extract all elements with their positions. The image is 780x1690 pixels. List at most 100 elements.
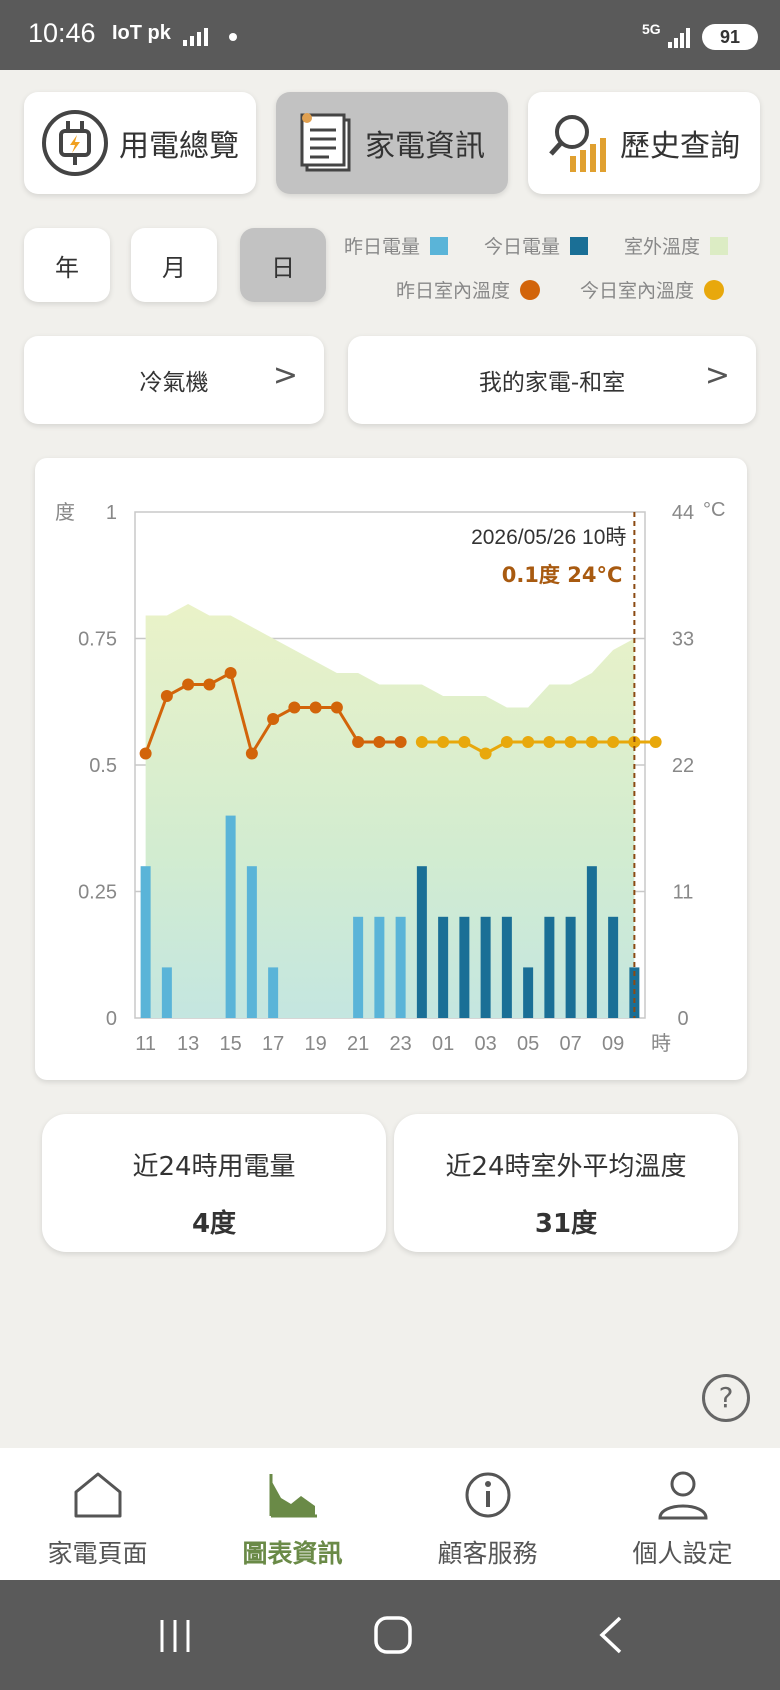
nav-appliance-page[interactable]: 家電頁面 [0, 1448, 195, 1580]
indoor-yesterday-point [267, 713, 280, 725]
legend-label: 昨日電量 [344, 236, 421, 258]
bottom-nav: 家電頁面 圖表資訊 顧客服務 個人設定 [0, 1448, 780, 1580]
nav-label: 家電頁面 [47, 1539, 148, 1568]
legend-label: 今日電量 [484, 236, 561, 258]
chart-card: 1 44 0.75 33 0.5 22 0.25 11 0 0 度 °C 11 13 15 17 19 21 23 0… [35, 458, 747, 1080]
legend-label: 室外溫度 [624, 236, 701, 258]
status-network: 5G [642, 21, 661, 37]
x-tick-label: 23 [390, 1033, 412, 1055]
plug-bolt-icon [42, 110, 108, 176]
nav-chart-info[interactable]: 圖表資訊 [195, 1448, 390, 1580]
legend-label: 昨日室內溫度 [396, 280, 511, 302]
x-tick-label: 11 [135, 1033, 156, 1055]
bar-yesterday-power [140, 866, 151, 1018]
bar-yesterday-power [395, 916, 406, 1018]
y-left-axis-label: 度 [55, 500, 75, 524]
status-time: 10:46 [28, 18, 96, 48]
status-left-icons: IoT pk [112, 22, 171, 44]
summary-power-card: 近24時用電量 4度 [42, 1114, 386, 1252]
tab-appliance-info[interactable]: 家電資訊 [276, 92, 508, 194]
indoor-yesterday-point [182, 678, 195, 691]
nav-label: 圖表資訊 [242, 1539, 343, 1568]
x-unit-label: 時 [651, 1031, 671, 1055]
bar-today-power [480, 916, 491, 1018]
bar-yesterday-power [246, 866, 257, 1018]
tooltip-datetime: 2026/05/26 10時 [471, 526, 626, 549]
summary-temp-value: 31度 [534, 1209, 598, 1239]
indoor-yesterday-point [288, 701, 301, 714]
legend-yesterday-indoor: 昨日室內溫度 [396, 276, 541, 303]
indoor-today-point [458, 736, 471, 748]
indoor-today-point [415, 736, 428, 748]
legend-swatch [430, 236, 449, 255]
bar-yesterday-power [225, 815, 236, 1018]
indoor-today-point [500, 736, 513, 748]
recent-apps-icon[interactable] [156, 1616, 196, 1656]
indoor-yesterday-point [352, 736, 365, 748]
legend-outdoor-temp: 室外溫度 [624, 232, 729, 259]
period-year-button[interactable]: 年 [24, 228, 110, 302]
indoor-yesterday-point [309, 701, 322, 714]
period-month-button[interactable]: 月 [131, 228, 217, 302]
y-right-tick-label: 44 [672, 502, 694, 524]
indoor-today-point [437, 736, 450, 748]
tab-history-query[interactable]: 歷史查詢 [528, 92, 760, 194]
x-tick-label: 17 [262, 1033, 284, 1055]
indoor-yesterday-point [245, 747, 258, 760]
home-system-icon[interactable] [372, 1614, 414, 1656]
status-dot-icon [229, 33, 237, 41]
power-temperature-chart[interactable]: 1 44 0.75 33 0.5 22 0.25 11 0 0 度 °C 11 13 15 17 19 21 23 0… [35, 458, 747, 1080]
y-right-tick-label: 11 [673, 882, 694, 904]
legend-swatch [710, 236, 729, 255]
indoor-yesterday-point [373, 736, 386, 748]
indoor-today-point [564, 736, 577, 748]
indoor-today-point [479, 747, 492, 760]
indoor-today-point [522, 736, 535, 748]
indoor-yesterday-point [139, 747, 152, 760]
indoor-yesterday-point [160, 690, 173, 702]
bar-today-power [438, 916, 449, 1018]
back-icon[interactable] [596, 1614, 626, 1656]
bar-today-power [586, 866, 597, 1018]
x-tick-label: 05 [517, 1033, 539, 1055]
bar-today-power [544, 916, 555, 1018]
y-right-tick-label: 33 [672, 629, 694, 651]
summary-power-value: 4度 [191, 1209, 237, 1239]
x-tick-label: 01 [432, 1033, 454, 1055]
y-left-tick-label: 0 [106, 1008, 117, 1030]
x-tick-label: 07 [560, 1033, 582, 1055]
x-tick-label: 21 [347, 1033, 369, 1055]
summary-temp-title: 近24時室外平均溫度 [445, 1152, 687, 1182]
legend-label: 今日室內溫度 [580, 280, 695, 302]
indoor-today-point [607, 736, 620, 748]
bar-today-power [608, 916, 619, 1018]
legend-today-indoor: 今日室內溫度 [580, 276, 725, 303]
tooltip-value: 0.1度 24°C [502, 563, 623, 587]
system-nav-bar [0, 1580, 780, 1690]
home-icon [74, 1472, 122, 1518]
y-left-tick-label: 1 [106, 502, 117, 524]
status-bar: 10:46 IoT pk 5G 91 [0, 0, 780, 70]
y-left-tick-label: 0.5 [89, 755, 117, 777]
device-name-selector[interactable]: 我的家電-和室 > [348, 336, 756, 424]
bar-today-power [459, 916, 470, 1018]
x-tick-label: 09 [602, 1033, 624, 1055]
bar-today-power [501, 916, 512, 1018]
bar-yesterday-power [374, 916, 385, 1018]
tab-label: 用電總覽 [119, 129, 239, 164]
tab-power-overview[interactable]: 用電總覽 [24, 92, 256, 194]
period-day-button[interactable]: 日 [240, 228, 326, 302]
bar-yesterday-power [268, 967, 279, 1018]
help-button[interactable]: ? [702, 1374, 750, 1422]
legend-swatch [520, 279, 541, 300]
bar-today-power [523, 967, 534, 1018]
indoor-yesterday-point [203, 678, 216, 691]
x-tick-label: 13 [177, 1033, 199, 1055]
legend-today-power: 今日電量 [484, 232, 589, 259]
device-type-selector[interactable]: 冷氣機 > [24, 336, 324, 424]
indoor-today-point [585, 736, 598, 748]
nav-personal-settings[interactable]: 個人設定 [585, 1448, 780, 1580]
nav-customer-service[interactable]: 顧客服務 [390, 1448, 585, 1580]
bar-yesterday-power [161, 967, 172, 1018]
indoor-today-point [543, 736, 556, 748]
